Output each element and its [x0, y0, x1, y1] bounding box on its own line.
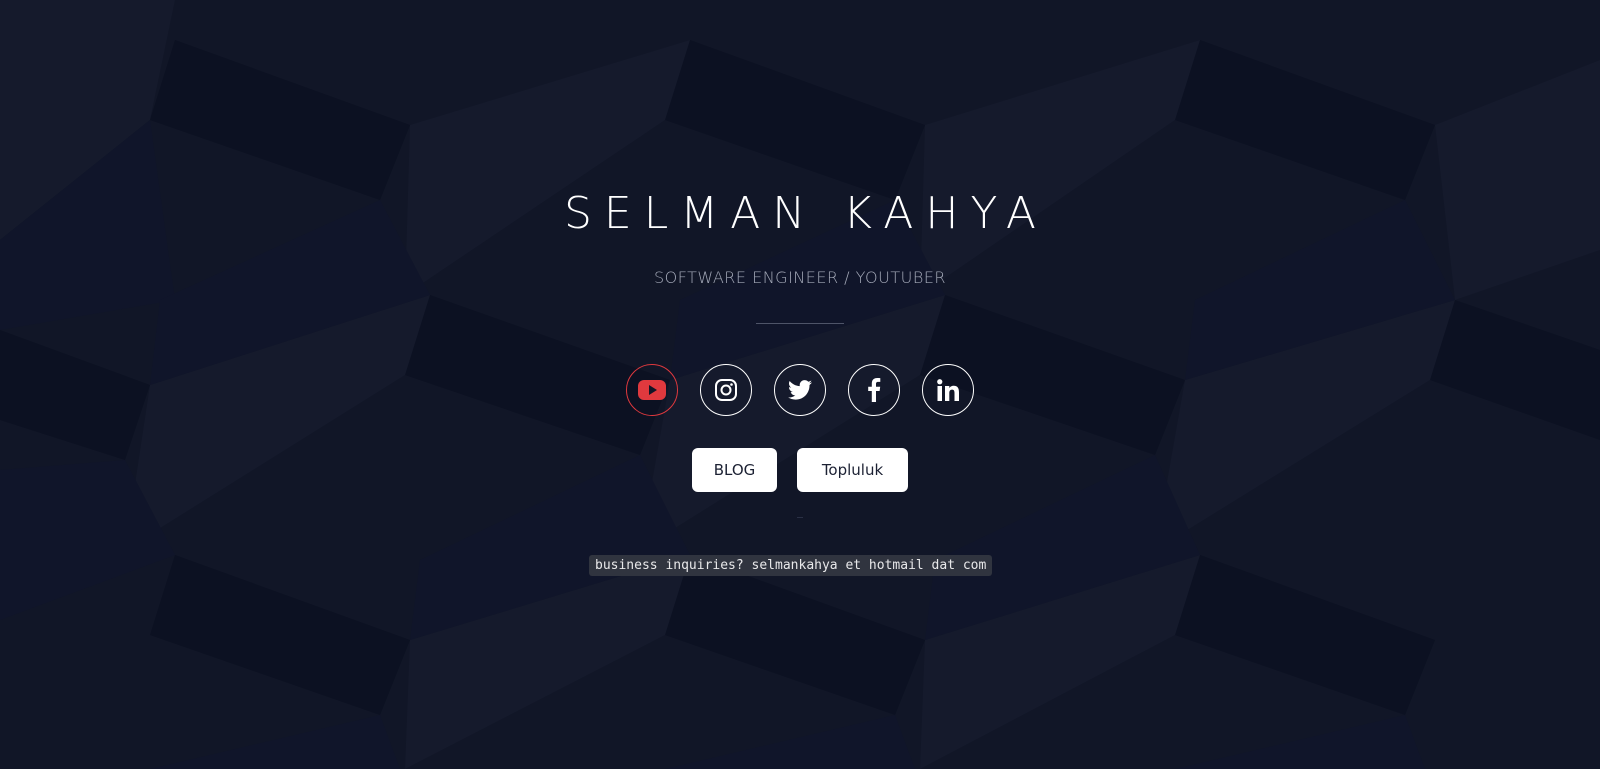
twitter-link[interactable] [774, 364, 826, 416]
instagram-link[interactable] [700, 364, 752, 416]
business-inquiry-text: business inquiries? selmankahya et hotma… [589, 555, 993, 576]
social-links [626, 364, 974, 416]
youtube-icon [638, 380, 666, 400]
youtube-link[interactable] [626, 364, 678, 416]
button-row: BLOG Topluluk [692, 448, 908, 492]
page-subtitle: SOFTWARE ENGINEER / YOUTUBER [653, 268, 947, 287]
instagram-icon [715, 379, 737, 401]
facebook-icon [868, 378, 881, 402]
twitter-icon [788, 380, 812, 400]
linkedin-icon [937, 379, 959, 401]
community-button[interactable]: Topluluk [797, 448, 908, 492]
hero: SELMAN KAHYA SOFTWARE ENGINEER / YOUTUBE… [0, 0, 1600, 769]
divider-dot [797, 517, 803, 518]
facebook-link[interactable] [848, 364, 900, 416]
linkedin-link[interactable] [922, 364, 974, 416]
page-title: SELMAN KAHYA [563, 188, 1049, 239]
blog-button[interactable]: BLOG [692, 448, 777, 492]
divider [756, 323, 844, 324]
